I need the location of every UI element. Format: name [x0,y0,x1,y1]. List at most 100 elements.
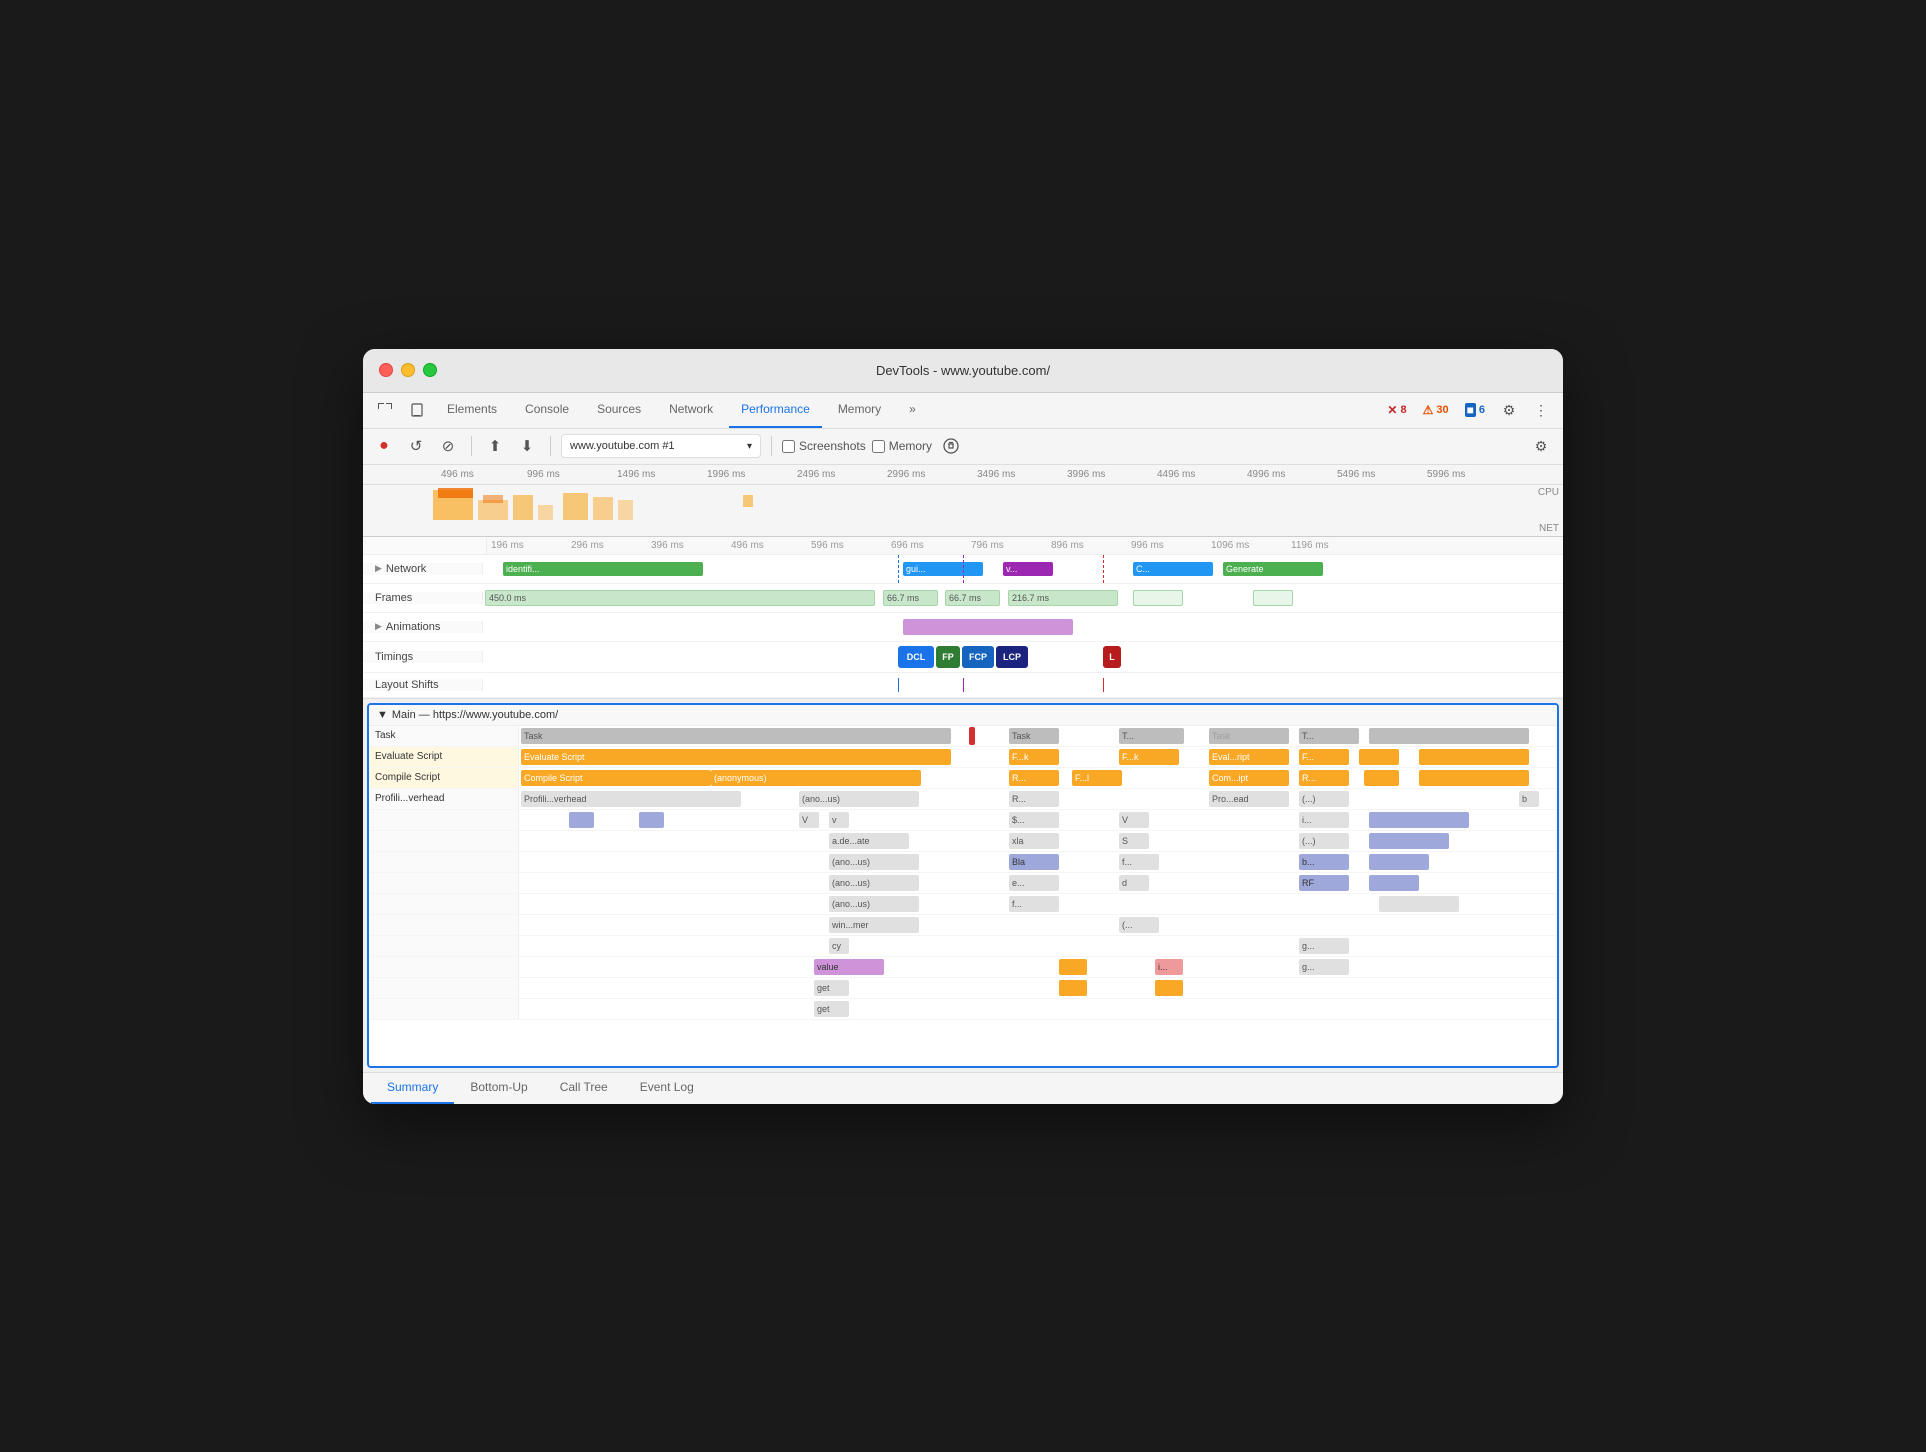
flame-block-prof-1[interactable]: Profili...verhead [521,791,741,807]
memory-checkbox-label[interactable]: Memory [872,439,932,453]
screenshots-checkbox[interactable] [782,440,795,453]
fb-RF[interactable]: RF [1299,875,1349,891]
flame-block-task-t2[interactable]: T... [1299,728,1359,744]
clear-button[interactable]: ⊘ [435,433,461,459]
performance-settings-button[interactable]: ⚙ [1527,432,1555,460]
fb-ano3[interactable]: (ano...us) [829,896,919,912]
flame-block-prof-b[interactable]: b [1519,791,1539,807]
fb-blue-4[interactable] [1369,875,1419,891]
screenshots-checkbox-label[interactable]: Screenshots [782,439,866,453]
tab-performance[interactable]: Performance [729,392,822,428]
fb-paren2[interactable]: (...) [1299,833,1349,849]
flame-block-eval-fk2[interactable]: F...k [1119,749,1179,765]
fb-f2[interactable]: f... [1009,896,1059,912]
flame-content-6[interactable]: (ano...us) Bla f... b... [519,852,1557,872]
error-count-badge[interactable]: ✕ 8 [1381,401,1412,419]
fb-yellow-3[interactable] [1155,980,1183,996]
flame-block-compile-com[interactable]: Com...ipt [1209,770,1289,786]
fb-empty1[interactable] [1379,896,1459,912]
flame-block-compile-r1[interactable]: R... [1009,770,1059,786]
flame-content-8[interactable]: (ano...us) f... [519,894,1557,914]
fb-blue-3[interactable] [1369,854,1429,870]
fb-get2[interactable]: get [814,1001,849,1017]
fb-value[interactable]: value [814,959,884,975]
minimize-button[interactable] [401,363,415,377]
upload-button[interactable]: ⬆ [482,433,508,459]
tab-call-tree[interactable]: Call Tree [544,1072,624,1104]
fb-g2[interactable]: g... [1299,959,1349,975]
tab-memory[interactable]: Memory [826,392,893,428]
fb-v1[interactable] [569,812,594,828]
fb-yellow-1[interactable] [1059,959,1087,975]
info-count-badge[interactable]: ■ 6 [1459,401,1491,419]
flame-content-10[interactable]: cy g... [519,936,1557,956]
fb-paren3[interactable]: (... [1119,917,1159,933]
animations-content[interactable] [483,613,1563,641]
fb-i[interactable]: i... [1299,812,1349,828]
flame-block-task-1[interactable]: Task [521,728,951,744]
flame-block-prof-paren[interactable]: (...) [1299,791,1349,807]
fb-f1[interactable]: f... [1119,854,1159,870]
flame-content-11[interactable]: value i... g... [519,957,1557,977]
flame-block-eval-1[interactable]: Evaluate Script [521,749,951,765]
fb-get1[interactable]: get [814,980,849,996]
flame-block-task-2[interactable]: Task [1009,728,1059,744]
flame-block-eval-er[interactable]: Eval...ript [1209,749,1289,765]
flame-block-compile-r2[interactable]: R... [1299,770,1349,786]
network-content[interactable]: identifi... gui... v... C... Generate [483,555,1563,583]
download-button[interactable]: ⬇ [514,433,540,459]
fb-blue-1[interactable] [1369,812,1469,828]
fb-V[interactable]: V [799,812,819,828]
fb-g1[interactable]: g... [1299,938,1349,954]
tab-summary[interactable]: Summary [371,1072,454,1104]
flame-block-task-t1[interactable]: T... [1119,728,1184,744]
fb-ano1[interactable]: (ano...us) [829,854,919,870]
flame-block-compile-5[interactable] [1419,770,1529,786]
tab-network[interactable]: Network [657,392,725,428]
flame-content-13[interactable]: get [519,999,1557,1019]
fb-b1[interactable]: b... [1299,854,1349,870]
devtools-more-button[interactable]: ⋮ [1527,396,1555,424]
flame-block-eval-fk1[interactable]: F...k [1009,749,1059,765]
tab-console[interactable]: Console [513,392,581,428]
fb-adeate[interactable]: a.de...ate [829,833,909,849]
fb-ano2[interactable]: (ano...us) [829,875,919,891]
inspect-element-button[interactable] [371,396,399,424]
record-button[interactable]: ● [371,433,397,459]
flame-block-compile-1[interactable]: Compile Script [521,770,711,786]
maximize-button[interactable] [423,363,437,377]
fb-S[interactable]: S [1119,833,1149,849]
flame-block-eval-5[interactable] [1419,749,1529,765]
close-button[interactable] [379,363,393,377]
tab-sources[interactable]: Sources [585,392,653,428]
tab-more[interactable]: » [897,392,928,428]
fb-blue-2[interactable] [1369,833,1449,849]
flame-content-profile[interactable]: Profili...verhead (ano...us) R... Pro...… [519,789,1557,809]
flame-content-5[interactable]: a.de...ate xla S (...) [519,831,1557,851]
frames-content[interactable]: 450.0 ms 66.7 ms 66.7 ms 216.7 ms [483,584,1563,612]
fb-cy[interactable]: cy [829,938,849,954]
flame-block-task-4[interactable] [1369,728,1529,744]
flame-block-eval-extra[interactable] [1359,749,1399,765]
flame-content-4[interactable]: V v $... V i... [519,810,1557,830]
flame-block-prof-pro[interactable]: Pro...ead [1209,791,1289,807]
flame-block-prof-r[interactable]: R... [1009,791,1059,807]
fb-yellow-2[interactable] [1059,980,1087,996]
fb-d[interactable]: d [1119,875,1149,891]
fb-dollar[interactable]: $... [1009,812,1059,828]
warning-count-badge[interactable]: ⚠ 30 [1417,401,1455,419]
fb-e1[interactable]: e... [1009,875,1059,891]
animations-expand-arrow[interactable]: ▶ [375,621,382,632]
memory-checkbox[interactable] [872,440,885,453]
main-expand-icon[interactable]: ▼ [377,709,388,721]
recording-selector[interactable]: www.youtube.com #1 ▾ [561,434,761,458]
flame-content-9[interactable]: win...mer (... [519,915,1557,935]
flame-content-12[interactable]: get [519,978,1557,998]
garbage-collect-button[interactable] [938,433,964,459]
flame-block-eval-f[interactable]: F... [1299,749,1349,765]
flame-block-anon-1[interactable]: (anonymous) [711,770,921,786]
flame-block-compile-fl[interactable]: F...l [1072,770,1122,786]
flame-block-compile-extra[interactable] [1364,770,1399,786]
flame-chart[interactable]: Task Task Task T... Task T... Evaluate S… [369,726,1557,1066]
fb-winmer[interactable]: win...mer [829,917,919,933]
